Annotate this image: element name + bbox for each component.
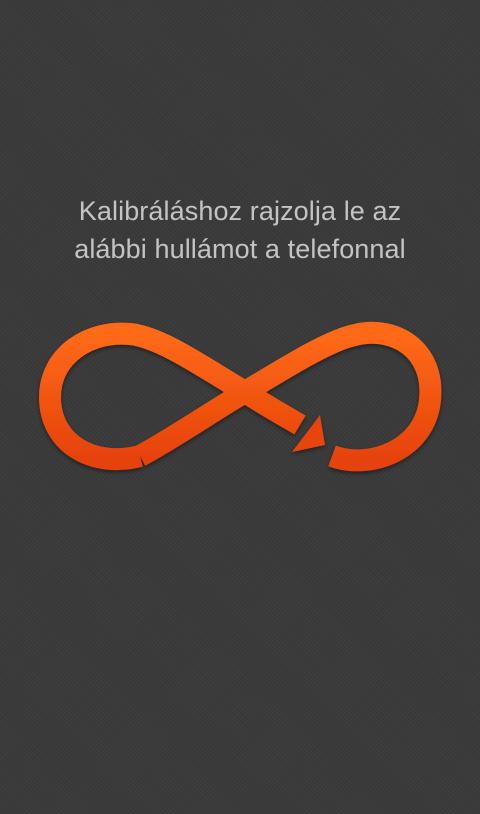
- instruction-line-2: alábbi hullámot a telefonnal: [74, 234, 406, 264]
- calibration-instruction: Kalibráláshoz rajzolja le az alábbi hull…: [20, 192, 460, 268]
- instruction-line-1: Kalibráláshoz rajzolja le az: [78, 196, 402, 226]
- calibration-screen: Kalibráláshoz rajzolja le az alábbi hull…: [0, 0, 480, 814]
- infinity-arrow-icon: [39, 321, 442, 472]
